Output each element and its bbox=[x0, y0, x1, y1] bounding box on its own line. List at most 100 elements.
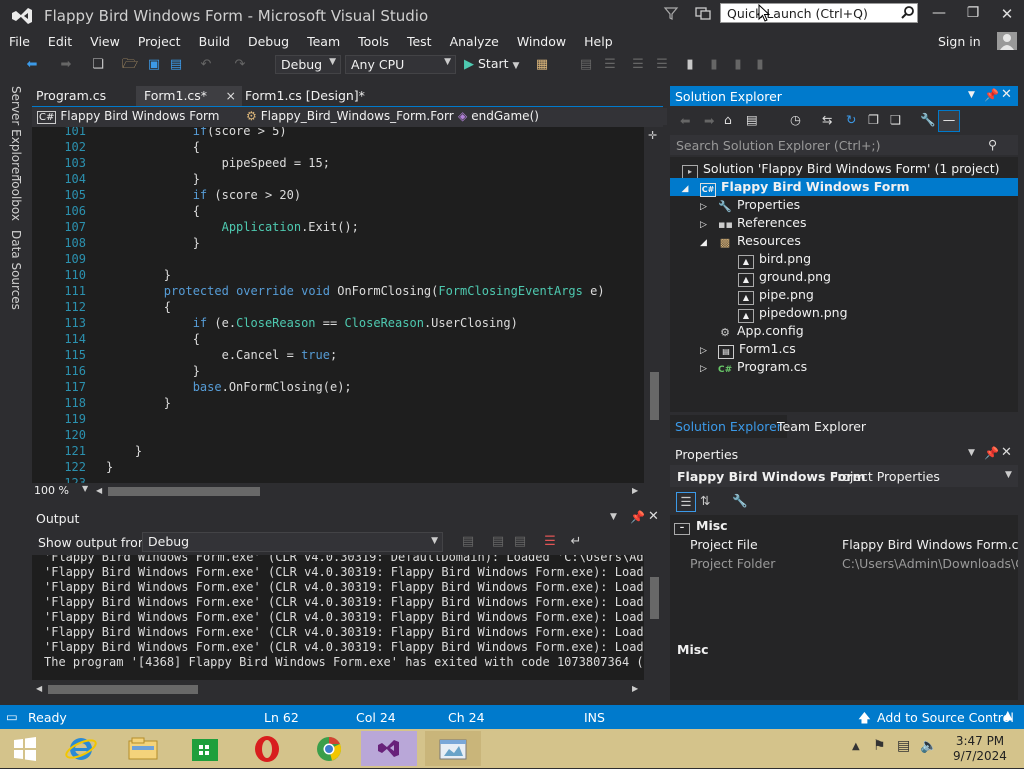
pin-icon[interactable]: 📌 bbox=[984, 446, 999, 460]
scroll-right-icon[interactable]: ▶ bbox=[632, 684, 638, 693]
redo-icon[interactable]: ↷ bbox=[232, 57, 248, 73]
expand-arrow-icon[interactable]: ◢ bbox=[670, 180, 700, 198]
chevron-down-icon[interactable]: ▼ bbox=[82, 484, 88, 493]
tree-item-ground-png[interactable]: ▲ ground.png bbox=[738, 268, 831, 287]
tab-toolbox[interactable]: Toolbox bbox=[9, 176, 23, 221]
tree-item-pipe-png[interactable]: ▲ pipe.png bbox=[738, 286, 814, 305]
system-clock[interactable]: 3:47 PM 9/7/2024 bbox=[950, 734, 1010, 764]
scroll-left-icon[interactable]: ◀ bbox=[96, 486, 102, 495]
forward-icon[interactable]: ➡ bbox=[704, 113, 714, 128]
visual-studio-taskbar-icon[interactable] bbox=[361, 731, 417, 766]
menu-file[interactable]: File bbox=[0, 32, 39, 51]
close-icon[interactable]: ✕ bbox=[1001, 445, 1012, 460]
show-hidden-icons[interactable]: ▲ bbox=[852, 741, 860, 752]
chevron-down-icon[interactable]: ▼ bbox=[968, 448, 975, 458]
close-icon[interactable]: ✕ bbox=[648, 509, 659, 524]
split-icon[interactable]: ✛ bbox=[648, 129, 661, 142]
solution-search-input[interactable]: Search Solution Explorer (Ctrl+;) ⚲ bbox=[670, 135, 1018, 155]
horizontal-scroll-thumb[interactable] bbox=[48, 685, 198, 694]
volume-icon[interactable]: 🔈 bbox=[920, 738, 937, 754]
menu-view[interactable]: View bbox=[81, 32, 129, 51]
back-icon[interactable]: ⬅ bbox=[680, 113, 690, 128]
chevron-down-icon[interactable]: ▼ bbox=[610, 512, 617, 522]
menu-build[interactable]: Build bbox=[190, 32, 239, 51]
menu-test[interactable]: Test bbox=[398, 32, 441, 51]
chevron-down-icon[interactable]: ▼ bbox=[968, 90, 975, 100]
pin-icon[interactable]: 📌 bbox=[630, 510, 645, 524]
scroll-thumb[interactable] bbox=[650, 372, 659, 420]
forward-icon[interactable]: ➡ bbox=[58, 57, 74, 73]
store-icon[interactable] bbox=[182, 731, 228, 766]
feedback-icon[interactable] bbox=[694, 5, 712, 21]
tab-team-explorer[interactable]: Team Explorer bbox=[772, 415, 871, 438]
collapse-icon[interactable]: – bbox=[674, 523, 690, 535]
save-all-icon[interactable]: ▤ bbox=[168, 57, 184, 73]
menu-help[interactable]: Help bbox=[575, 32, 622, 51]
avatar[interactable] bbox=[997, 32, 1017, 50]
scroll-right-icon[interactable]: ▶ bbox=[632, 486, 638, 495]
switch-views-icon[interactable]: ▤ bbox=[746, 112, 758, 127]
action-center-icon[interactable]: ⚑ bbox=[873, 738, 886, 754]
refresh-icon[interactable]: ↻ bbox=[846, 112, 856, 127]
sync-icon[interactable]: ⇆ bbox=[822, 112, 832, 127]
save-icon[interactable]: ▣ bbox=[146, 57, 162, 73]
open-folder-icon[interactable]: 🗁 bbox=[122, 57, 138, 73]
editor-vertical-scrollbar[interactable]: ✛ bbox=[646, 127, 663, 483]
scroll-thumb[interactable] bbox=[650, 577, 659, 619]
next-message-icon[interactable]: ▤ bbox=[512, 534, 528, 550]
alphabetical-icon[interactable]: ⇅ bbox=[700, 493, 710, 508]
menu-team[interactable]: Team bbox=[298, 32, 349, 51]
scroll-left-icon[interactable]: ◀ bbox=[36, 684, 42, 693]
menu-tools[interactable]: Tools bbox=[349, 32, 398, 51]
bookmark-icon[interactable]: ▮ bbox=[682, 57, 698, 73]
outdent-icon[interactable]: ☰ bbox=[602, 57, 618, 73]
show-all-files-icon[interactable]: ❏ bbox=[890, 112, 901, 127]
prev-message-icon[interactable]: ▤ bbox=[490, 534, 506, 550]
word-wrap-icon[interactable]: ↵ bbox=[568, 534, 584, 550]
search-icon[interactable] bbox=[900, 5, 916, 21]
filter-icon[interactable] bbox=[663, 5, 679, 21]
expand-arrow-icon[interactable]: ◢ bbox=[700, 234, 718, 252]
opera-icon[interactable] bbox=[244, 731, 290, 766]
find-message-icon[interactable]: ▤ bbox=[460, 534, 476, 550]
tree-item-program-cs[interactable]: ▷ C# Program.cs bbox=[700, 358, 807, 376]
close-window-button[interactable]: ✕ bbox=[995, 5, 1019, 25]
back-icon[interactable]: ⬅ bbox=[24, 57, 40, 73]
platform-dropdown[interactable]: Any CPU ▼ bbox=[345, 55, 456, 74]
menu-window[interactable]: Window bbox=[508, 32, 575, 51]
menu-project[interactable]: Project bbox=[129, 32, 190, 51]
tree-item-properties[interactable]: ▷ 🔧 Properties bbox=[700, 196, 800, 214]
flappy-bird-app-icon[interactable] bbox=[425, 731, 481, 766]
project-dropdown[interactable]: C# Flappy Bird Windows Form bbox=[33, 108, 246, 125]
collapse-arrow-icon[interactable]: ▷ bbox=[700, 360, 718, 378]
comment-icon[interactable]: ☰ bbox=[630, 57, 646, 73]
output-horizontal-scrollbar[interactable]: ◀ ▶ bbox=[32, 681, 644, 698]
home-icon[interactable]: ⌂ bbox=[724, 112, 732, 127]
property-pages-icon[interactable]: 🔧 bbox=[732, 493, 748, 509]
minimize-button[interactable]: — bbox=[927, 5, 951, 25]
align-icon[interactable]: ▤ bbox=[578, 57, 594, 73]
output-vertical-scrollbar[interactable] bbox=[646, 555, 663, 680]
property-category[interactable]: – Misc bbox=[674, 518, 728, 535]
chevron-up-icon[interactable]: ▲ bbox=[1003, 707, 1013, 722]
chrome-icon[interactable] bbox=[306, 731, 352, 766]
tab-solution-explorer[interactable]: Solution Explorer bbox=[670, 415, 787, 438]
property-value[interactable]: Flappy Bird Windows Form.cspro bbox=[842, 537, 1018, 552]
tree-item-form1-cs[interactable]: ▷ ▤ Form1.cs bbox=[700, 340, 796, 359]
tree-item-pipedown-png[interactable]: ▲ pipedown.png bbox=[738, 304, 848, 323]
configuration-dropdown[interactable]: Debug ▼ bbox=[275, 55, 341, 74]
pin-icon[interactable]: 📌 bbox=[984, 88, 999, 102]
member-dropdown[interactable]: ◈ endGame() bbox=[454, 108, 667, 125]
menu-analyze[interactable]: Analyze bbox=[441, 32, 508, 51]
collapse-all-icon[interactable]: ❐ bbox=[868, 112, 879, 127]
tree-item-solution[interactable]: ▸ Solution 'Flappy Bird Windows Form' (1 … bbox=[682, 160, 1000, 179]
tab-data-sources[interactable]: Data Sources bbox=[9, 230, 23, 310]
tree-item-app-config[interactable]: ⚙ App.config bbox=[718, 322, 804, 340]
tree-item-project[interactable]: ◢ C# Flappy Bird Windows Form bbox=[670, 178, 1018, 198]
output-text[interactable]: 'Flappy Bird Windows Form.exe' (CLR v4.0… bbox=[32, 555, 644, 680]
uncomment-icon[interactable]: ☰ bbox=[654, 57, 670, 73]
quick-launch-input[interactable]: Quick Launch (Ctrl+Q) bbox=[720, 3, 918, 23]
property-value[interactable]: C:\Users\Admin\Downloads\C-F bbox=[842, 556, 1018, 571]
properties-object-dropdown[interactable]: Flappy Bird Windows Form Project Propert… bbox=[670, 465, 1018, 487]
zoom-level[interactable]: 100 % bbox=[34, 484, 69, 497]
